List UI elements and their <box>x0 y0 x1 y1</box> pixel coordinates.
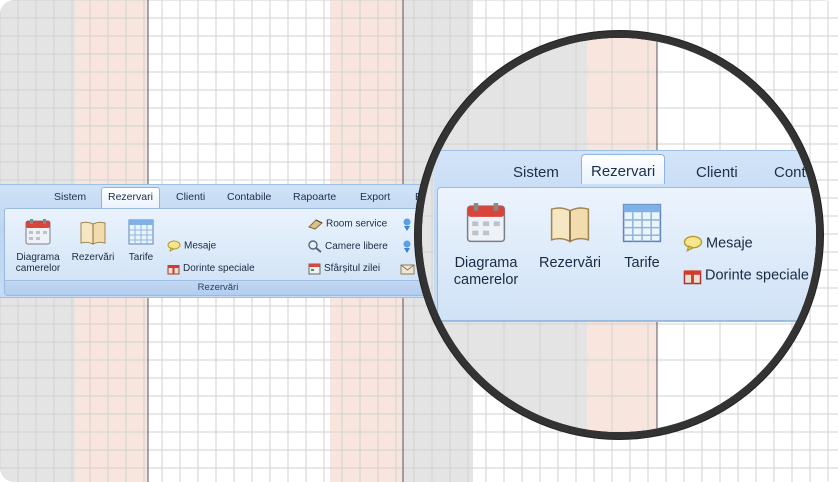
ribbon-tab-bar: Sistem Rezervari Clienti Contabile Rapoa… <box>0 185 434 210</box>
calendar-icon <box>466 203 506 243</box>
diagrama-camerelor-label: Diagrama camerelor <box>15 252 61 274</box>
magnifier-lens: Sistem Rezervari Clienti Cont Diagrama c… <box>422 38 816 432</box>
zoom-tab-clienti[interactable]: Clienti <box>696 164 738 181</box>
magnified-group-panel: Diagrama camerelor Rezervări Tarife Mesa… <box>437 187 816 321</box>
rezervari-button[interactable]: Rezervări <box>69 217 117 263</box>
zoom-diagrama-camerelor-label: Diagrama camerelor <box>453 255 519 288</box>
sfarsitul-zilei-label: Sfârșitul zilei <box>324 263 381 275</box>
rezervari-group-label: Rezervări <box>5 280 431 295</box>
gift-icon <box>167 265 180 275</box>
camere-libere-button[interactable]: Camere libere <box>308 240 388 253</box>
magnified-ribbon: Sistem Rezervari Clienti Cont Diagrama c… <box>434 150 816 322</box>
zoom-tab-sistem[interactable]: Sistem <box>513 164 559 181</box>
magnifier-icon <box>308 240 322 253</box>
tab-rapoarte[interactable]: Rapoarte <box>293 191 336 203</box>
tab-export[interactable]: Export <box>360 191 390 203</box>
zoom-mesaje-label: Mesaje <box>706 235 753 252</box>
dorinte-speciale-label: Dorinte speciale <box>183 263 255 275</box>
ribbon-toolbar: Sistem Rezervari Clienti Contabile Rapoa… <box>0 184 434 298</box>
tab-rezervari[interactable]: Rezervari <box>101 187 160 210</box>
speech-bubble-icon <box>683 235 703 252</box>
tarife-label: Tarife <box>128 252 154 263</box>
mesaje-label: Mesaje <box>184 240 217 252</box>
sfarsitul-zilei-button[interactable]: Sfârșitul zilei <box>308 262 380 275</box>
speech-bubble-icon <box>167 240 181 252</box>
book-icon <box>80 221 106 245</box>
grid-table-icon <box>622 203 662 243</box>
calendar-small-icon <box>308 263 321 275</box>
mesaje-button[interactable]: Mesaje <box>167 240 216 252</box>
screenshot-stage: Sistem Rezervari Clienti Contabile Rapoa… <box>0 0 838 482</box>
tab-clienti[interactable]: Clienti <box>176 191 205 203</box>
dorinte-speciale-button[interactable]: Dorinte speciale <box>167 262 255 275</box>
rezervari-button-label: Rezervări <box>71 252 115 263</box>
tarife-button[interactable]: Tarife <box>121 217 161 263</box>
room-service-label: Room service <box>326 218 388 230</box>
zoom-tarife-button[interactable]: Tarife <box>614 200 670 272</box>
zoom-tarife-label: Tarife <box>624 255 660 271</box>
magnifier-content: Sistem Rezervari Clienti Cont Diagrama c… <box>422 38 816 432</box>
info-arrow-icon[interactable] <box>401 218 413 232</box>
tab-partial[interactable]: P <box>415 191 422 203</box>
zoom-dorinte-speciale-button[interactable]: Dorinte speciale <box>683 266 809 285</box>
room-service-button[interactable]: Room service <box>308 218 387 230</box>
grid-table-icon <box>128 219 154 245</box>
tab-sistem[interactable]: Sistem <box>54 191 86 203</box>
diagrama-camerelor-button[interactable]: Diagrama camerelor <box>9 217 67 274</box>
zoom-rezervari-button[interactable]: Rezervări <box>532 200 608 272</box>
zoom-tab-rezervari[interactable]: Rezervari <box>581 154 666 184</box>
info-arrow-icon[interactable] <box>401 240 413 254</box>
gift-icon <box>683 270 702 285</box>
rezervari-group-panel: Diagrama camerelor Rezervări Tarife Mesa… <box>4 208 432 296</box>
tab-contabile[interactable]: Contabile <box>227 191 271 203</box>
zoom-mesaje-button[interactable]: Mesaje <box>683 235 753 252</box>
book-icon <box>550 207 590 243</box>
calendar-icon <box>25 219 51 245</box>
envelope-icon[interactable] <box>400 264 415 275</box>
tray-icon <box>308 219 323 230</box>
zoom-tab-cont[interactable]: Cont <box>774 164 806 181</box>
zoom-rezervari-label: Rezervări <box>538 255 602 271</box>
camere-libere-label: Camere libere <box>325 241 388 253</box>
zoom-dorinte-speciale-label: Dorinte speciale <box>705 267 809 284</box>
zoom-diagrama-camerelor-button[interactable]: Diagrama camerelor <box>446 200 526 289</box>
